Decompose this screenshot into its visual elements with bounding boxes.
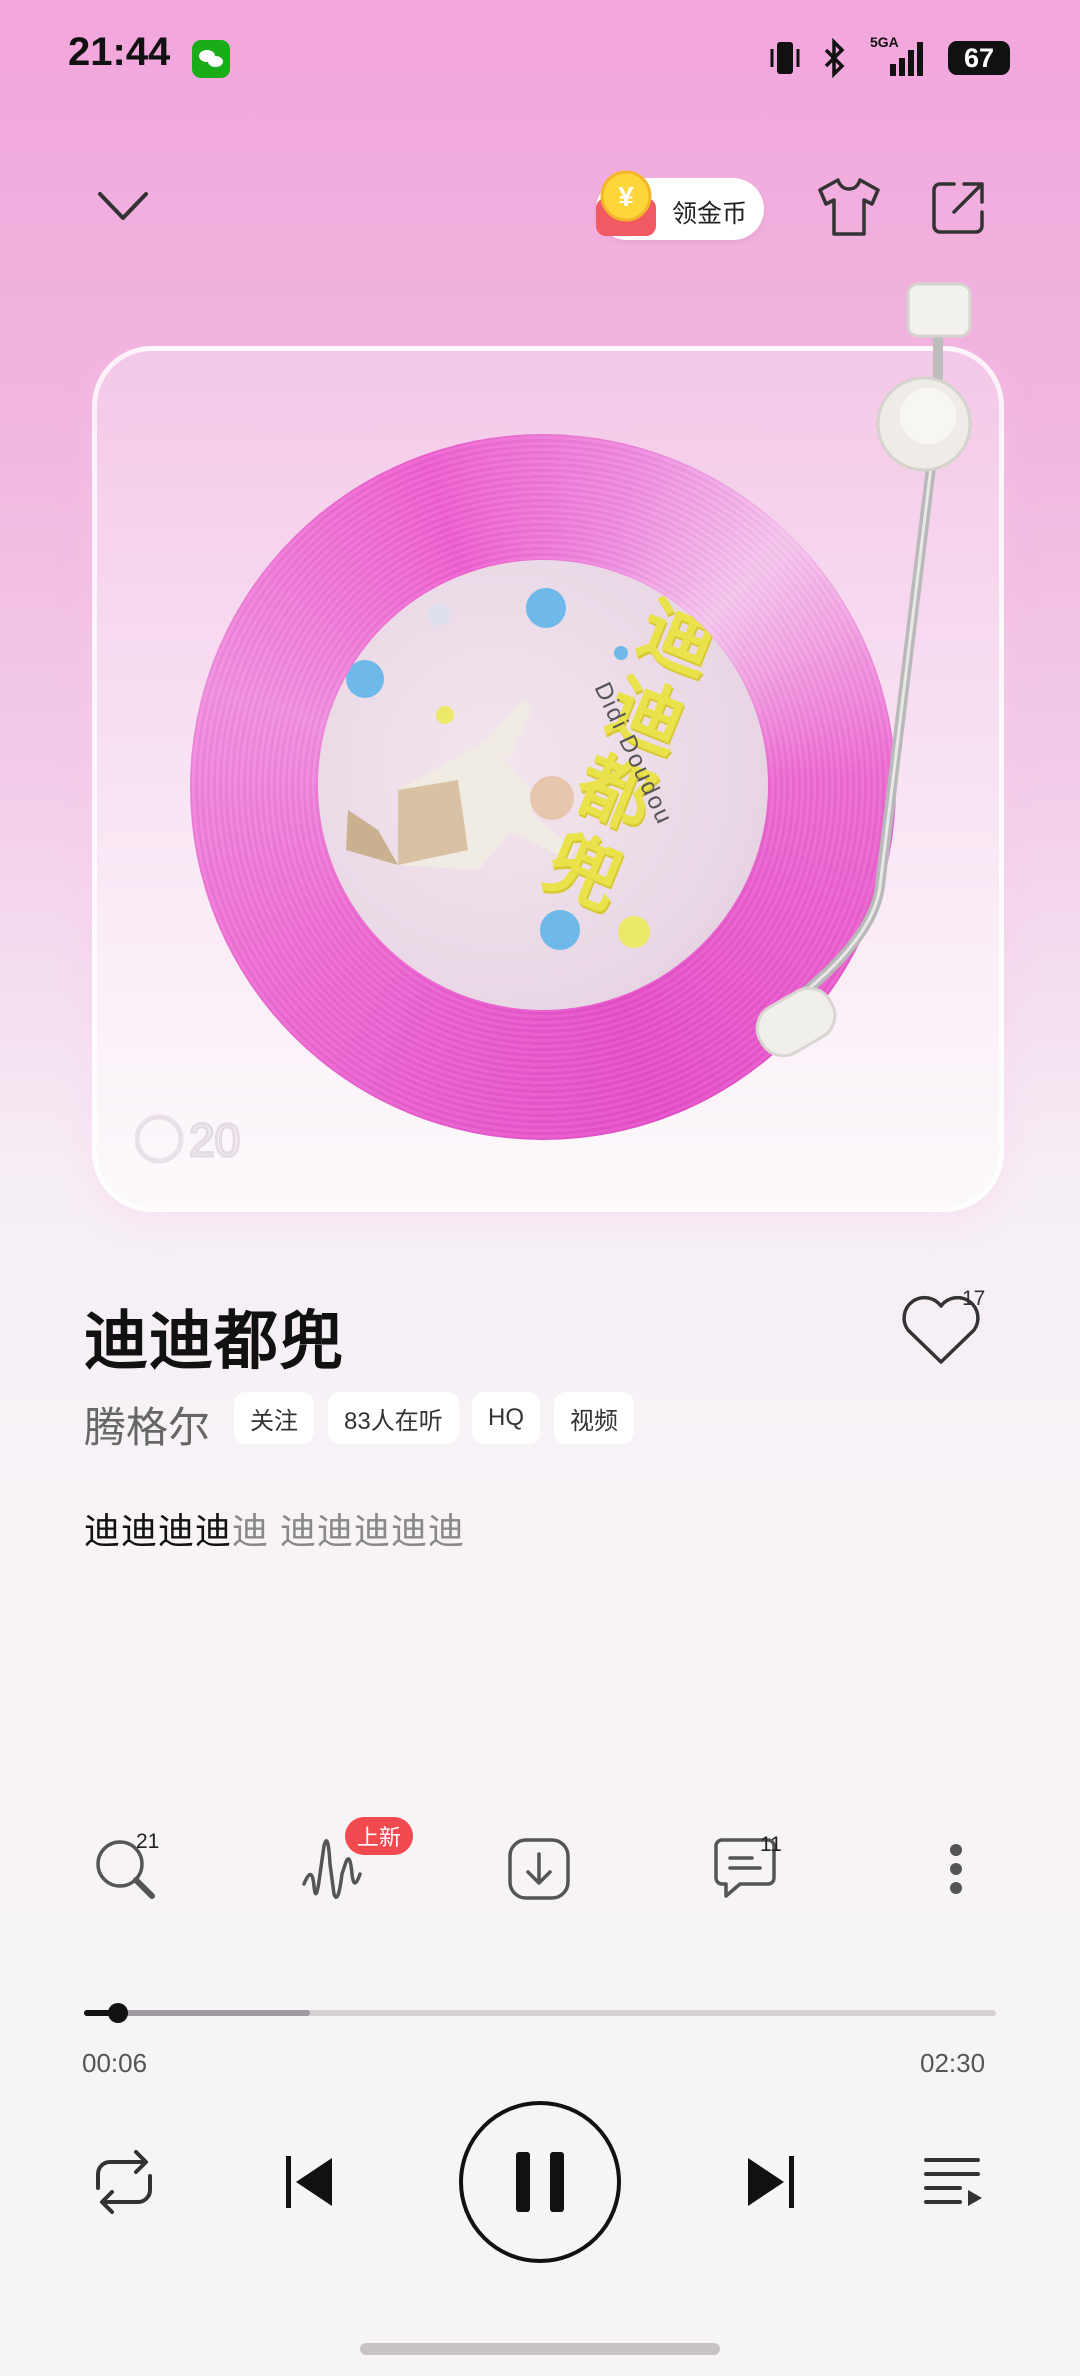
anniversary-logo-icon: 20: [135, 1113, 242, 1166]
total-time: 02:30: [920, 2048, 986, 2078]
repeat-icon: [96, 2150, 152, 2214]
progress-thumb[interactable]: [108, 2003, 128, 2023]
new-badge: 上新: [345, 1817, 413, 1855]
next-icon: [748, 2156, 794, 2208]
previous-icon: [286, 2156, 332, 2208]
download-button[interactable]: [504, 1834, 574, 1909]
battery-level: 67: [963, 42, 995, 73]
wechat-notification-icon: [192, 40, 230, 78]
coin-icon: ¥: [596, 170, 656, 236]
video-chip[interactable]: 视频: [554, 1392, 634, 1444]
coin-symbol: ¥: [618, 181, 634, 212]
previous-button[interactable]: [282, 2154, 338, 2210]
follow-chip[interactable]: 关注: [234, 1392, 314, 1444]
home-indicator[interactable]: [360, 2343, 720, 2355]
share-icon: [932, 182, 984, 234]
repeat-mode-button[interactable]: [88, 2148, 160, 2216]
like-count: 17: [962, 1287, 986, 1310]
song-title: 迪迪都兜: [84, 1305, 344, 1377]
more-icon: [950, 1844, 962, 1894]
current-time: 00:06: [82, 2048, 148, 2078]
bluetooth-icon: [824, 38, 845, 78]
playlist-icon: [924, 2158, 982, 2206]
signal-icon: 5GA: [868, 34, 930, 78]
comment-count: 11: [760, 1833, 782, 1856]
artist-name[interactable]: 腾格尔: [84, 1394, 210, 1455]
theme-button[interactable]: [814, 176, 884, 238]
battery-indicator: 67: [948, 41, 1010, 75]
tonearm: [755, 282, 972, 1058]
collapse-button[interactable]: [96, 186, 150, 226]
download-icon: [508, 1838, 570, 1900]
quality-chip[interactable]: HQ: [472, 1392, 540, 1444]
pause-icon: [516, 2152, 564, 2212]
playlist-button[interactable]: [922, 2154, 986, 2210]
search-count: 21: [136, 1830, 160, 1853]
vibrate-icon: [770, 42, 800, 74]
chevron-down-icon: [98, 192, 148, 220]
claim-coins-label: 领金币: [672, 200, 748, 228]
anniversary-logo-text: 20: [189, 1114, 240, 1166]
tshirt-icon: [818, 178, 880, 236]
more-options-button[interactable]: [934, 1834, 978, 1909]
status-icons: 5GA 67: [768, 34, 1010, 78]
listeners-chip[interactable]: 83人在听: [328, 1392, 459, 1444]
lyric-rest: 迪 迪迪迪迪迪: [232, 1510, 466, 1551]
status-time: 21:44: [68, 30, 171, 74]
current-lyric[interactable]: 迪迪迪迪迪 迪迪迪迪迪: [84, 1502, 465, 1554]
share-button[interactable]: [928, 178, 988, 238]
next-button[interactable]: [742, 2154, 798, 2210]
pause-button[interactable]: [459, 2101, 621, 2263]
lyric-highlight: 迪迪迪迪: [84, 1510, 233, 1551]
